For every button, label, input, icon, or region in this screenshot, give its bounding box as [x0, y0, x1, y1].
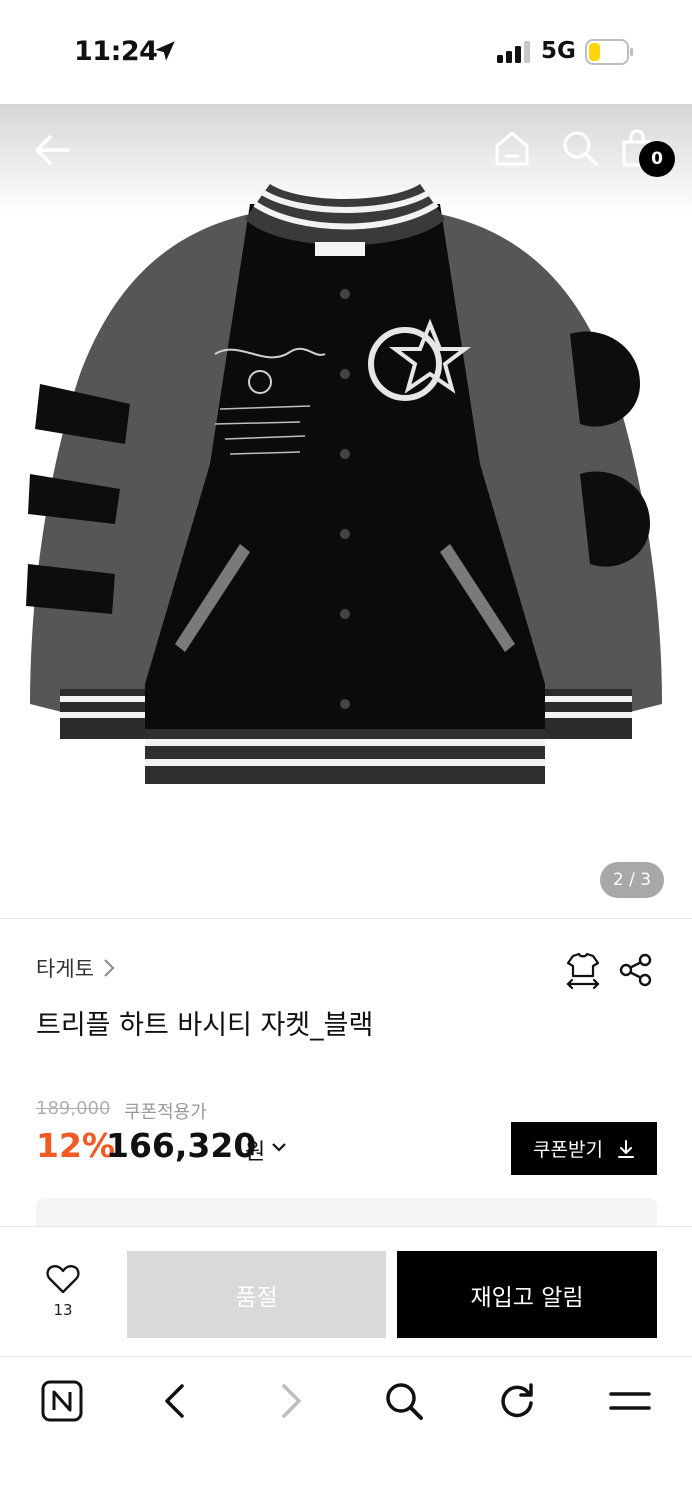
coupon-button-label: 쿠폰받기 [533, 1139, 603, 1161]
signal-icon [497, 41, 530, 63]
cart-count-badge: 0 [639, 141, 675, 177]
purchase-bar: 13 품절 재입고 알림 [0, 1226, 692, 1356]
share-icon[interactable] [618, 952, 654, 988]
back-icon[interactable] [154, 1379, 198, 1423]
chevron-right-icon [104, 959, 115, 977]
back-arrow-icon[interactable] [30, 128, 74, 172]
home-icon[interactable] [492, 128, 532, 168]
location-arrow-icon [155, 41, 175, 61]
heart-icon [46, 1265, 80, 1294]
divider [0, 918, 692, 919]
status-time: 11:24 [74, 36, 158, 67]
like-button[interactable]: 13 [32, 1263, 94, 1327]
like-count: 13 [53, 1301, 73, 1319]
original-price: 189,000 [36, 1098, 111, 1119]
network-label: 5G [541, 38, 576, 64]
product-title: 트리플 하트 바시티 자켓_블랙 [36, 1010, 374, 1041]
browser-toolbar [0, 1356, 692, 1500]
status-bar: 11:24 5G [0, 0, 692, 104]
refresh-icon[interactable] [495, 1379, 539, 1423]
menu-icon[interactable] [608, 1379, 652, 1423]
size-fit-icon[interactable] [563, 950, 603, 990]
price-unit: 원 [245, 1140, 266, 1165]
brand-name: 타게토 [36, 957, 94, 981]
coupon-download-button[interactable]: 쿠폰받기 [511, 1122, 657, 1175]
forward-icon[interactable] [268, 1379, 312, 1423]
discount-rate: 12% [36, 1126, 115, 1165]
product-image-carousel[interactable]: 0 2 / 3 [0, 104, 692, 918]
sale-price: 166,320 [106, 1126, 257, 1165]
chevron-down-icon[interactable] [270, 1140, 288, 1154]
search-icon[interactable] [382, 1379, 426, 1423]
restock-alert-button[interactable]: 재입고 알림 [397, 1251, 657, 1338]
battery-icon [585, 39, 633, 65]
naver-n-icon[interactable] [40, 1379, 84, 1423]
soldout-button[interactable]: 품절 [127, 1251, 386, 1338]
image-counter: 2 / 3 [600, 862, 664, 898]
coupon-price-note: 쿠폰적용가 [124, 1102, 207, 1123]
brand-link[interactable]: 타게토 [36, 953, 116, 983]
download-icon [617, 1139, 634, 1158]
product-image [26, 184, 662, 784]
search-icon[interactable] [560, 128, 600, 168]
